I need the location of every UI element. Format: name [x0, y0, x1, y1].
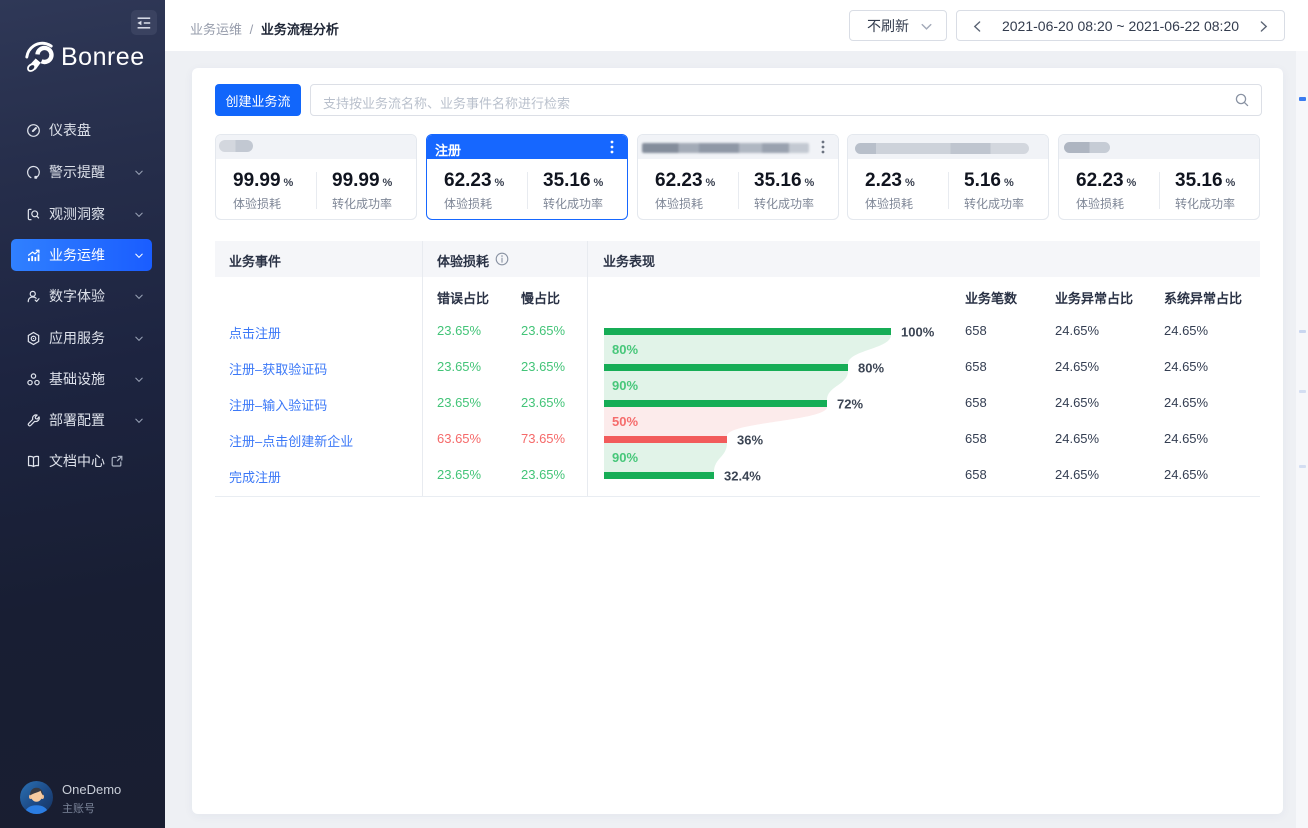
svg-text:32.4%: 32.4%: [724, 469, 761, 484]
svg-text:80%: 80%: [612, 342, 638, 357]
svg-text:36%: 36%: [737, 433, 763, 448]
svg-text:80%: 80%: [858, 361, 884, 376]
svg-text:90%: 90%: [612, 450, 638, 465]
svg-text:100%: 100%: [901, 325, 935, 340]
svg-text:50%: 50%: [612, 414, 638, 429]
svg-text:72%: 72%: [837, 397, 863, 412]
svg-text:90%: 90%: [612, 378, 638, 393]
